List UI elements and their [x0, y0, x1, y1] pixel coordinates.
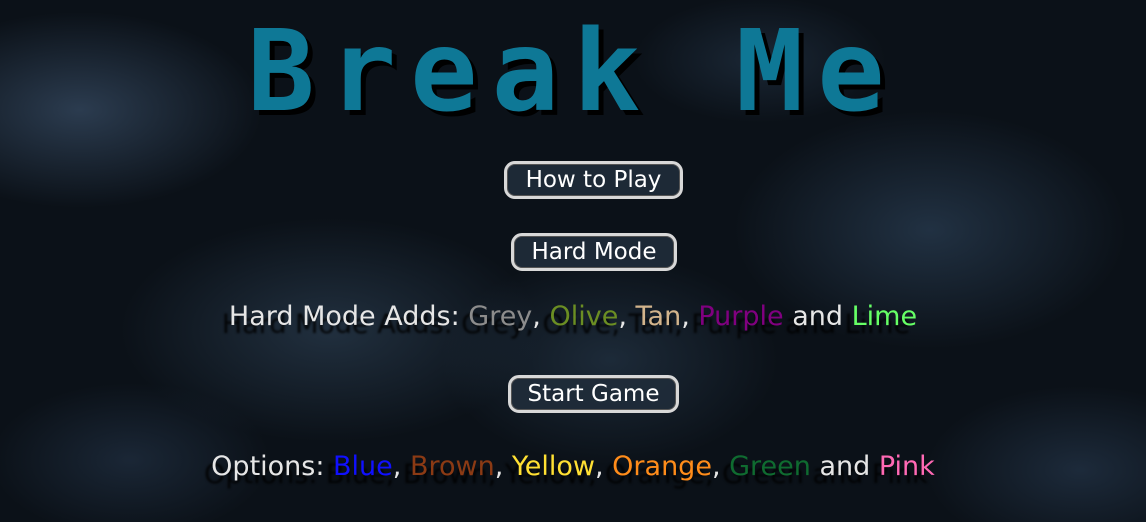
hard-mode-conjunction: and [792, 301, 844, 332]
option-color-blue: Blue [333, 451, 393, 482]
hard-mode-color-grey: Grey [468, 301, 533, 332]
options-conjunction: and [819, 451, 871, 482]
how-to-play-button[interactable]: How to Play [504, 161, 683, 199]
hard-mode-info-prefix: Hard Mode Adds: [228, 301, 469, 332]
option-color-green: Green [729, 451, 811, 482]
option-color-brown: Brown [409, 451, 495, 482]
option-color-orange: Orange [612, 451, 712, 482]
options-info: Options: Blue, Brown, Yellow, Orange, Gr… [211, 451, 935, 482]
start-game-button[interactable]: Start Game [508, 375, 679, 413]
hard-mode-color-tan: Tan [635, 301, 682, 332]
hard-mode-color-lime: Lime [851, 301, 918, 332]
option-color-yellow: Yellow [511, 451, 595, 482]
options-info-prefix: Options: [211, 451, 334, 482]
option-color-pink: Pink [878, 451, 935, 482]
hard-mode-info: Hard Mode Adds: Grey, Olive, Tan, Purple… [228, 301, 918, 332]
hard-mode-button[interactable]: Hard Mode [511, 233, 677, 271]
game-title: Break Me [247, 7, 899, 137]
hard-mode-color-purple: Purple [698, 301, 784, 332]
hard-mode-color-olive: Olive [549, 301, 619, 332]
